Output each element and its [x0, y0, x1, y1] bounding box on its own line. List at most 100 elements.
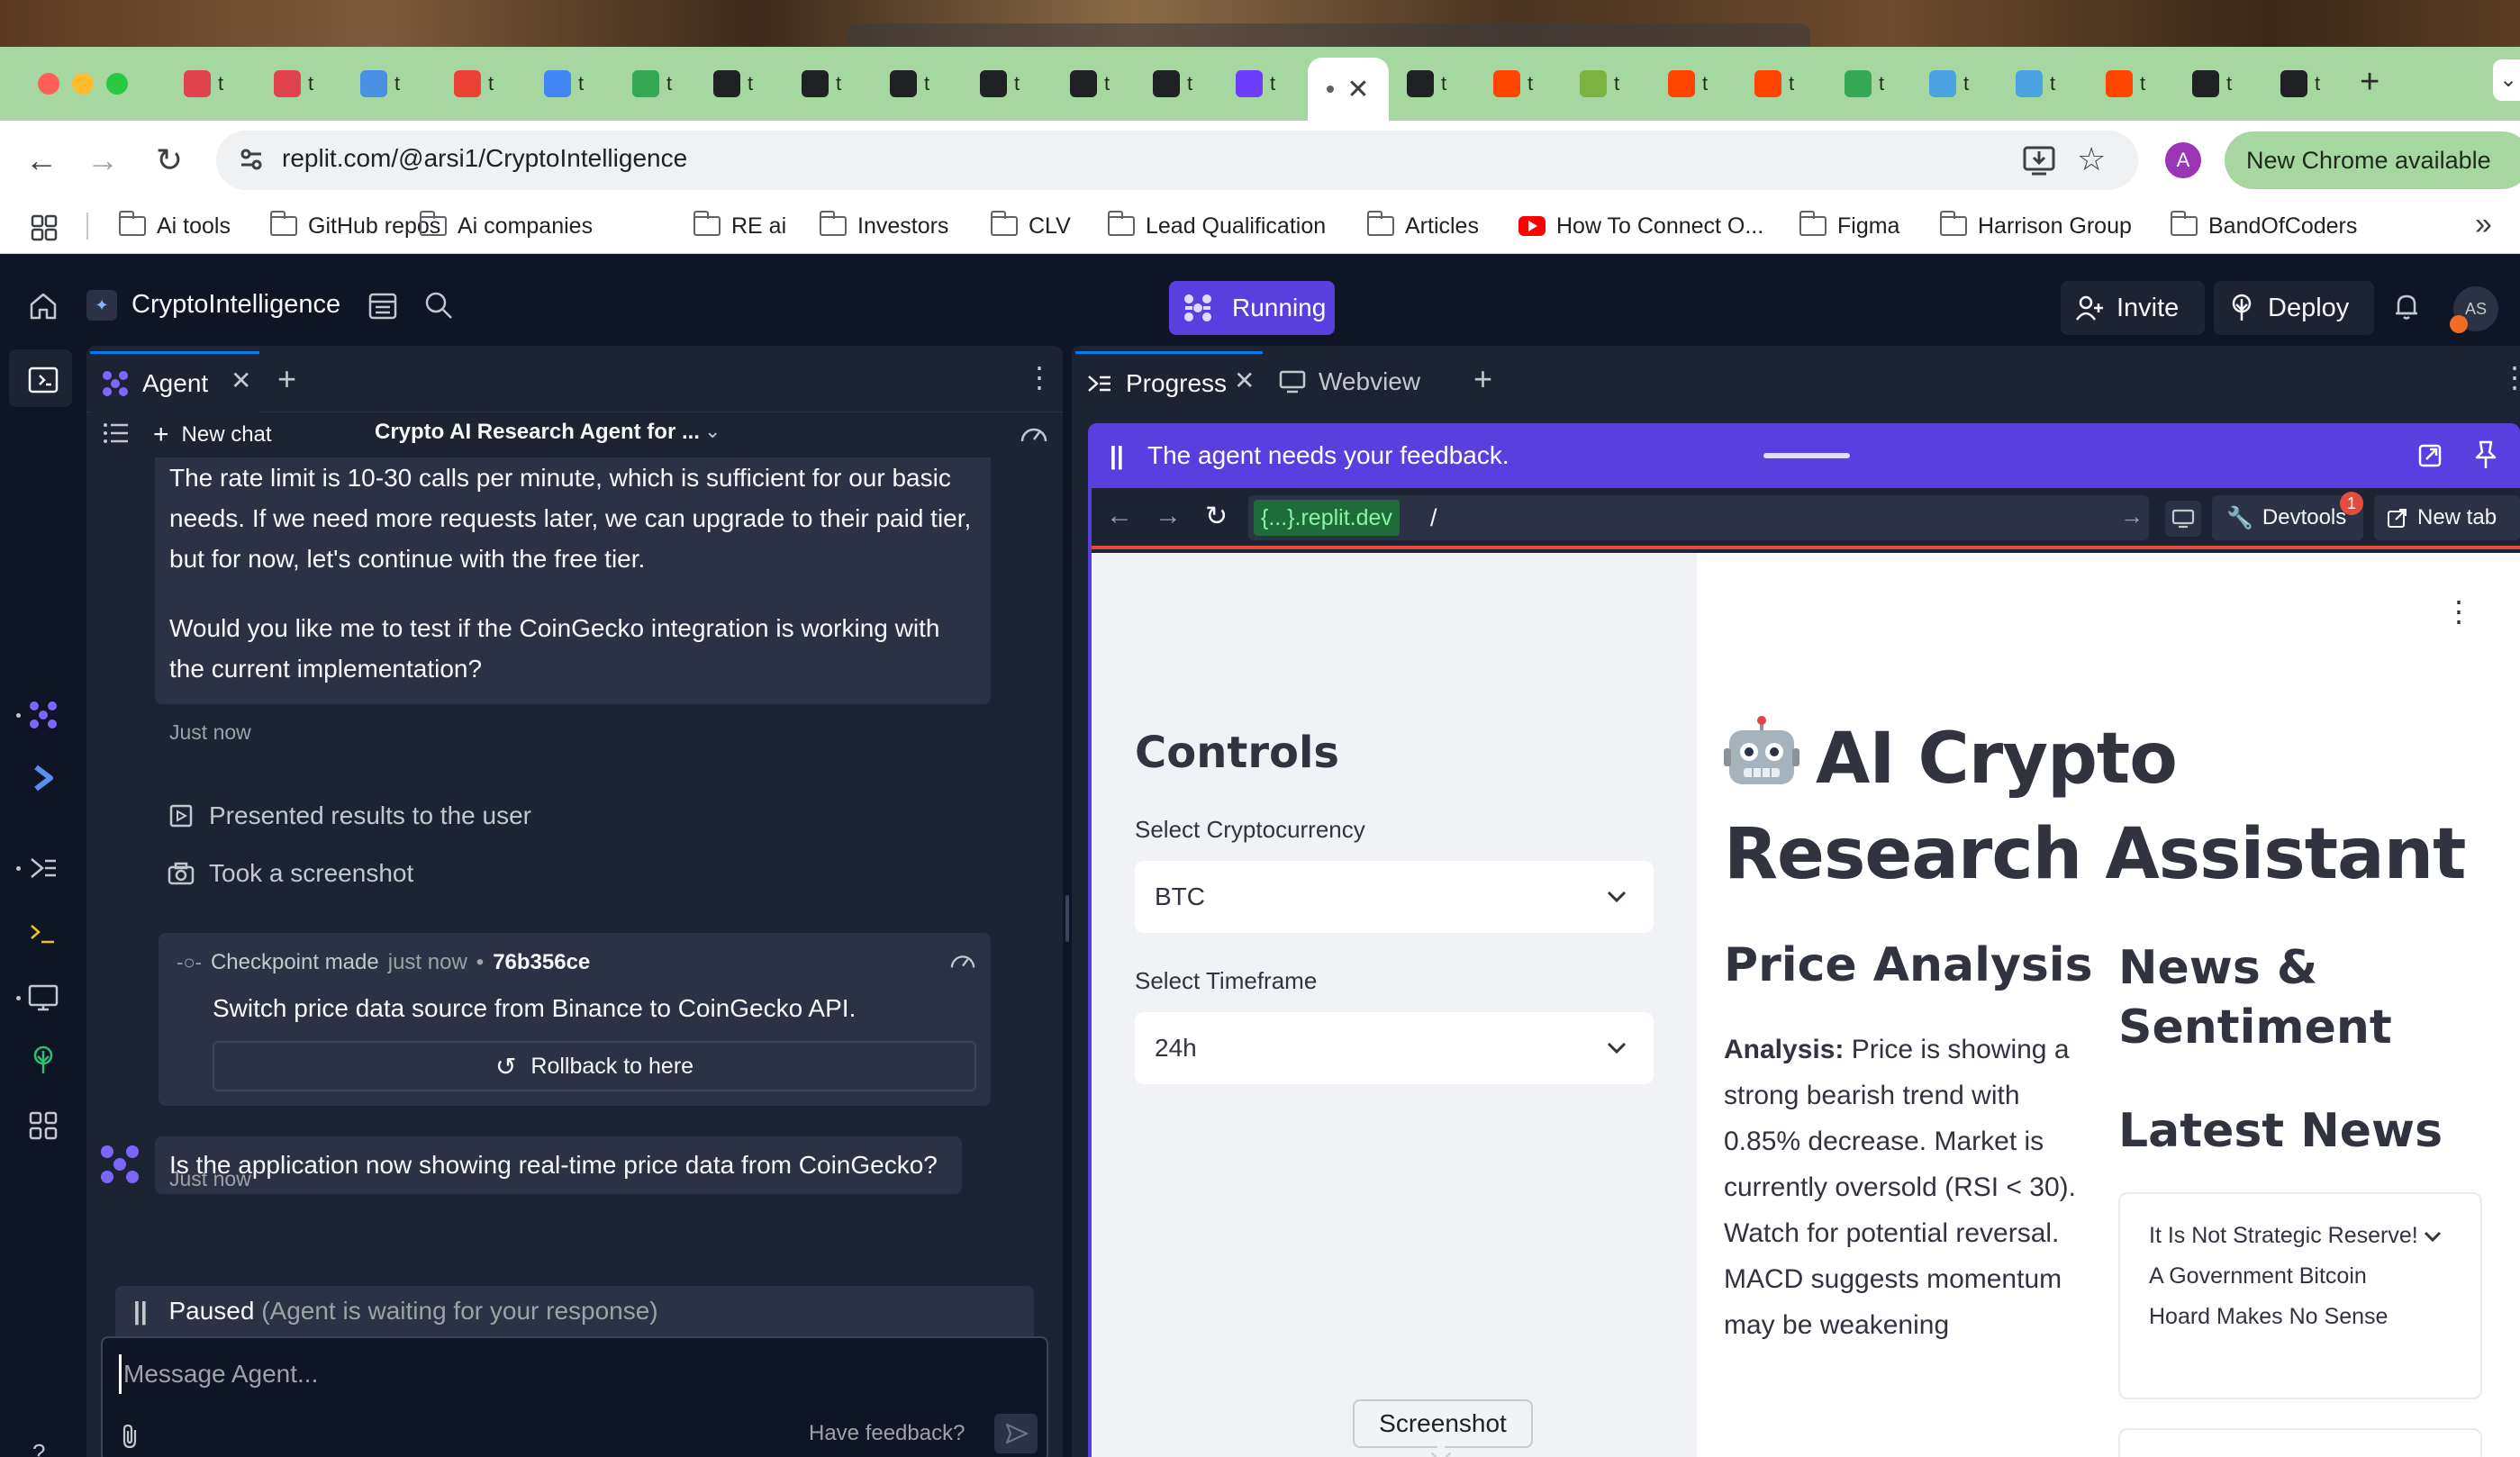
search-icon[interactable] [423, 290, 454, 321]
browser-tab[interactable]: t [693, 63, 773, 104]
all-tools-icon[interactable] [27, 1109, 59, 1142]
repl-name[interactable]: CryptoIntelligence [131, 290, 340, 320]
browser-tab[interactable]: t [1216, 63, 1295, 104]
app-menu-icon[interactable]: ⋮ [2444, 594, 2473, 629]
usage-gauge-icon[interactable] [949, 949, 976, 973]
pin-icon[interactable] [2473, 439, 2498, 470]
reload-icon[interactable]: ↻ [150, 140, 189, 180]
browser-tab[interactable]: t [1050, 63, 1129, 104]
bookmark-item[interactable]: Harrison Group [1939, 211, 2132, 241]
news-headline[interactable]: It Is Not Strategic Reserve! A Governmen… [2149, 1216, 2428, 1337]
browser-tab[interactable]: t [164, 63, 243, 104]
bookmark-item[interactable]: Investors [819, 211, 948, 241]
browser-tab-active[interactable]: ✕ [1308, 58, 1389, 121]
bookmark-item[interactable]: Lead Qualification [1107, 211, 1326, 241]
browser-tab[interactable]: t [1735, 63, 1814, 104]
rollback-button[interactable]: ↺ Rollback to here [213, 1041, 976, 1091]
more-options-icon[interactable]: ⋮ [1025, 360, 1054, 394]
add-tab-icon[interactable]: + [1473, 360, 1492, 398]
agent-icon[interactable] [27, 699, 59, 731]
window-close-button[interactable] [38, 73, 59, 95]
chevron-down-icon[interactable]: ⌄ [704, 420, 721, 443]
bookmark-item[interactable]: How To Connect O... [1518, 211, 1763, 241]
toggle-panel-icon[interactable] [27, 364, 59, 396]
browser-tab[interactable]: t [1825, 63, 1904, 104]
window-zoom-button[interactable] [106, 73, 128, 95]
browser-tab[interactable]: t [1560, 63, 1639, 104]
add-tab-icon[interactable]: + [277, 360, 296, 398]
install-app-icon[interactable] [2021, 142, 2057, 178]
webview-icon[interactable] [27, 982, 59, 1014]
panel-resize-handle[interactable] [1065, 895, 1069, 942]
apps-grid-icon[interactable] [31, 214, 58, 241]
webview-path[interactable]: / [1430, 504, 1437, 532]
bookmark-item[interactable]: GitHub repos [269, 211, 440, 241]
browser-tab[interactable]: t [434, 63, 513, 104]
window-minimize-button[interactable] [72, 73, 94, 95]
browser-tab[interactable]: t [524, 63, 603, 104]
deploy-button[interactable]: Deploy [2214, 281, 2374, 335]
crypto-select[interactable]: BTC [1135, 861, 1654, 933]
bookmark-item[interactable]: Articles [1366, 211, 1479, 241]
bookmark-item[interactable]: RE ai [693, 211, 786, 241]
browser-tab[interactable]: t [782, 63, 861, 104]
notifications-bell-icon[interactable] [2390, 290, 2423, 322]
deployments-icon[interactable] [27, 1045, 59, 1077]
more-options-icon[interactable]: ⋮ [2500, 360, 2520, 394]
profile-avatar[interactable]: A [2165, 142, 2201, 178]
shell-icon[interactable] [27, 917, 59, 949]
browser-tab[interactable]: t [1996, 63, 2075, 104]
browser-tab[interactable]: t [340, 63, 420, 104]
popout-icon[interactable] [2417, 441, 2444, 468]
close-icon[interactable]: ✕ [231, 366, 251, 395]
new-chat-button[interactable]: + New chat [153, 420, 272, 450]
site-info-icon[interactable] [236, 144, 267, 175]
browser-tab[interactable]: t [1473, 63, 1553, 104]
browser-tab[interactable]: t [2261, 63, 2340, 104]
chat-title[interactable]: Crypto AI Research Agent for ... [375, 420, 700, 445]
invite-button[interactable]: Invite [2061, 281, 2205, 335]
browser-tab[interactable]: t [960, 63, 1039, 104]
bookmarks-overflow-icon[interactable]: » [2475, 207, 2492, 242]
action-took-screenshot[interactable]: Took a screenshot [168, 859, 413, 888]
message-input[interactable] [119, 1354, 911, 1394]
browser-tab[interactable]: t [2086, 63, 2165, 104]
run-button[interactable]: Running [1169, 281, 1335, 335]
browser-tab[interactable]: t [1909, 63, 1989, 104]
checkpoint-hash[interactable]: 76b356ce [493, 950, 590, 975]
browser-tab[interactable]: t [1648, 63, 1727, 104]
chevron-down-icon[interactable] [2423, 1230, 2443, 1243]
progress-icon[interactable] [27, 852, 59, 884]
timeframe-select[interactable]: 24h [1135, 1012, 1654, 1084]
device-preview-button[interactable] [2165, 501, 2201, 537]
forward-icon[interactable]: → [83, 140, 122, 180]
back-icon[interactable]: ← [22, 140, 61, 180]
browser-tab[interactable]: t [870, 63, 949, 104]
browser-tab[interactable]: t [1387, 63, 1466, 104]
tab-search-button[interactable]: ⌄ [2493, 59, 2520, 101]
action-presented-results[interactable]: Presented results to the user [168, 801, 531, 830]
close-icon[interactable]: ✕ [1234, 366, 1255, 395]
browser-tab[interactable]: t [612, 63, 692, 104]
reload-icon[interactable]: ↻ [1205, 501, 1228, 532]
back-icon[interactable]: ← [1106, 501, 1133, 531]
go-arrow-icon[interactable]: → [2120, 502, 2144, 530]
assistant-icon[interactable] [27, 762, 59, 794]
bookmark-item[interactable]: CLV [990, 211, 1071, 241]
help-icon[interactable]: ? [32, 1439, 45, 1457]
news-expander[interactable] [2118, 1428, 2482, 1457]
usage-gauge-icon[interactable] [1020, 421, 1048, 447]
tab-webview[interactable]: Webview [1270, 351, 1450, 412]
feedback-link[interactable]: Have feedback? [809, 1421, 965, 1446]
bookmark-item[interactable]: Figma [1799, 211, 1899, 241]
attach-icon[interactable] [119, 1423, 144, 1450]
drag-handle[interactable] [1763, 453, 1850, 458]
bookmark-item[interactable]: Ai tools [118, 211, 231, 241]
forward-icon[interactable]: → [1155, 501, 1182, 531]
home-icon[interactable] [27, 290, 59, 322]
url-text[interactable]: replit.com/@arsi1/CryptoIntelligence [282, 144, 687, 173]
chat-history-icon[interactable] [103, 421, 130, 445]
tab-close-icon[interactable]: ✕ [1346, 74, 1369, 105]
browser-tab[interactable]: t [2172, 63, 2252, 104]
open-new-tab-button[interactable]: New tab [2374, 495, 2520, 540]
